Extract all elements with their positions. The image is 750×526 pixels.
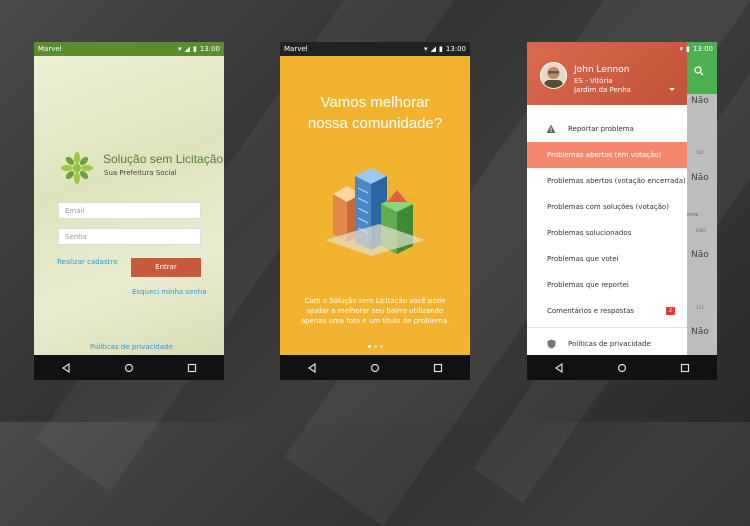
page-indicator [280, 345, 470, 348]
background-app-content: Não 137 Não ente 2987 Não 113 Não [682, 42, 717, 355]
search-icon[interactable] [694, 66, 704, 76]
clock-label: 13:00 [199, 45, 220, 53]
user-location: ES - Vitória [574, 77, 613, 85]
login-background: Solução sem Licitação Sua Prefeitura Soc… [34, 56, 224, 355]
warning-icon [546, 124, 556, 133]
phone-drawer-screen: Não 137 Não ente 2987 Não 113 Não ▾ ▮ 13… [527, 42, 717, 380]
onboarding-background: Vamos melhorar nossa comunidade? Com o S… [280, 56, 470, 355]
wifi-icon: ▾ [424, 45, 428, 53]
carrier-label: Marvel [38, 45, 62, 53]
background-nao-label: Não [691, 250, 709, 260]
phone-login-screen: Marvel ▾ ◢ ▮ 13:00 Solução sem Licitação… [34, 42, 224, 380]
page-dot-active[interactable] [367, 345, 371, 348]
clock-label: 13:00 [692, 45, 713, 53]
android-nav-bar [527, 355, 717, 380]
menu-item-solved[interactable]: Problemas solucionados [527, 220, 687, 246]
home-icon[interactable] [617, 363, 627, 373]
menu-item-privacy[interactable]: Políticas de privacidade [527, 331, 687, 357]
email-field[interactable]: Email [58, 202, 201, 219]
register-link[interactable]: Realizar cadastro [57, 258, 117, 266]
shield-icon [547, 339, 556, 349]
chevron-down-icon[interactable] [669, 88, 675, 91]
signal-icon: ◢ [430, 45, 436, 53]
status-bar: Marvel ▾ ◢ ▮ 13:00 [34, 42, 224, 56]
onboarding-headline: Vamos melhorar nossa comunidade? [280, 92, 470, 134]
menu-item-label: Comentários e respostas [547, 307, 635, 315]
background-nao-label: Não [691, 327, 709, 337]
recents-icon[interactable] [433, 363, 443, 373]
menu-item-label: Problemas com soluções (votação) [547, 203, 669, 211]
menu-item-report-problem[interactable]: Reportar problema [527, 116, 687, 142]
menu-item-reported[interactable]: Problemas que reportei [527, 272, 687, 298]
menu-item-label: Problemas abertos (votação encerrada) [547, 177, 686, 185]
clock-label: 13:00 [445, 45, 466, 53]
signal-icon: ◢ [184, 45, 190, 53]
carrier-label: Marvel [284, 45, 308, 53]
password-field[interactable]: Senha [58, 228, 201, 245]
avatar[interactable] [540, 62, 567, 89]
background-count: 2987 [696, 228, 707, 233]
divider [527, 327, 687, 328]
battery-icon: ▮ [685, 45, 690, 53]
page-dot[interactable] [379, 345, 383, 348]
battery-icon: ▮ [438, 45, 443, 53]
onboarding-description: Com o Solução sem Licitação você pode aj… [300, 297, 450, 325]
menu-item-label: Problemas solucionados [547, 229, 632, 237]
headline-line-1: Vamos melhorar [320, 94, 430, 111]
wifi-icon: ▾ [178, 45, 182, 53]
headline-line-2: nossa comunidade? [307, 115, 443, 132]
privacy-policy-link[interactable]: Políticas de privacidade [90, 343, 173, 351]
navigation-drawer: John Lennon ES - Vitória Jardim da Penha… [527, 42, 687, 355]
menu-item-label: Problemas que votei [547, 255, 619, 263]
login-button[interactable]: Entrar [131, 258, 201, 277]
home-icon[interactable] [124, 363, 134, 373]
status-bar: ▾ ▮ 13:00 [527, 42, 717, 56]
android-nav-bar [34, 355, 224, 380]
recents-icon[interactable] [680, 363, 690, 373]
user-name: John Lennon [574, 65, 630, 75]
back-icon[interactable] [554, 362, 564, 373]
menu-item-label: Problemas que reportei [547, 281, 629, 289]
menu-item-open-closed-voting[interactable]: Problemas abertos (votação encerrada) [527, 168, 687, 194]
phone-onboarding-screen: Marvel ▾ ◢ ▮ 13:00 Vamos melhorar nossa … [280, 42, 470, 380]
logo-title: Solução sem Licitação [103, 152, 224, 166]
wifi-icon: ▾ [679, 45, 683, 53]
logo-subtitle: Sua Prefeitura Social [104, 169, 177, 177]
buildings-illustration [325, 168, 425, 256]
person-icon [544, 67, 563, 88]
battery-icon: ▮ [192, 45, 197, 53]
menu-item-voted[interactable]: Problemas que votei [527, 246, 687, 272]
background-nao-label: Não [691, 173, 709, 183]
menu-item-label: Políticas de privacidade [568, 340, 651, 348]
background-count: 113 [696, 305, 704, 310]
back-icon[interactable] [61, 362, 71, 373]
menu-item-solutions-voting[interactable]: Problemas com soluções (votação) [527, 194, 687, 220]
status-bar: Marvel ▾ ◢ ▮ 13:00 [280, 42, 470, 56]
home-icon[interactable] [370, 363, 380, 373]
background-count: 137 [696, 150, 704, 155]
android-nav-bar [280, 355, 470, 380]
back-icon[interactable] [307, 362, 317, 373]
page-dot[interactable] [373, 345, 377, 348]
background-fragment: ente [687, 212, 699, 218]
menu-item-label: Reportar problema [568, 125, 634, 133]
user-neighborhood: Jardim da Penha [574, 86, 631, 94]
menu-item-open-voting[interactable]: Problemas abertos (em votação) [527, 142, 687, 168]
forgot-password-link[interactable]: Esqueci minha senha [132, 288, 207, 296]
background-nao-label: Não [691, 96, 709, 106]
comments-count-badge: 2 [666, 307, 675, 315]
menu-item-label: Problemas abertos (em votação) [547, 151, 662, 159]
menu-item-comments[interactable]: Comentários e respostas 2 [527, 298, 687, 324]
recents-icon[interactable] [187, 363, 197, 373]
